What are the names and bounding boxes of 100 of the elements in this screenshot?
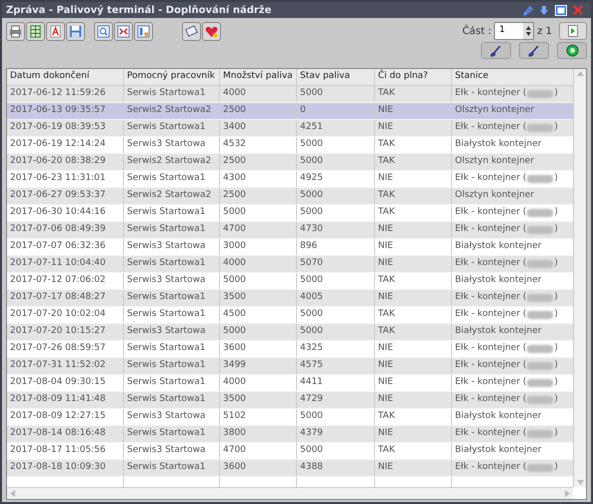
- table-row[interactable]: 2017-07-20 10:15:27 Serwis3 Startowa 5000 5000 TAK Białystok kontejner: [7, 324, 573, 341]
- cell-text: Ełk - kontejner (: [455, 308, 526, 322]
- table-row[interactable]: 2017-08-09 11:41:48 Serwis Startowa1 3500 4729 NIE Ełk - kontejner ( ): [7, 392, 573, 409]
- table-cell: 3600: [220, 341, 297, 357]
- brush-icon: [490, 44, 502, 56]
- part-label: Část :: [462, 24, 492, 38]
- table-cell: NIE: [375, 426, 452, 442]
- table-cell: 4379: [297, 426, 375, 442]
- table-row[interactable]: 2017-07-26 08:59:57 Serwis Startowa1 3600 4325 NIE Ełk - kontejner ( ): [7, 341, 573, 358]
- magnifier-icon: [96, 24, 111, 39]
- close-icon[interactable]: [573, 5, 583, 15]
- table-row[interactable]: 2017-06-27 09:53:37 Serwis2 Startowa2 2500 5000 TAK Olsztyn kontejner: [7, 188, 573, 205]
- table-row[interactable]: 2017-06-20 08:38:29 Serwis2 Startowa2 2500 5000 TAK Olsztyn kontejner: [7, 154, 573, 171]
- cell-text: Ełk - kontejner (: [455, 223, 526, 236]
- edit-button[interactable]: [519, 42, 549, 59]
- table-cell: Serwis Startowa1: [124, 375, 220, 391]
- table-cell: 2017-08-04 09:30:15: [7, 375, 124, 391]
- column-header[interactable]: Stanice: [452, 69, 573, 85]
- cell-text: ): [554, 206, 558, 220]
- table-cell: 5000: [297, 324, 375, 340]
- table-cell: 2017-07-17 08:48:27: [7, 290, 124, 306]
- toolbar-button[interactable]: [66, 22, 85, 41]
- column-header[interactable]: Pomocný pracovník: [124, 69, 220, 85]
- table-row[interactable]: 2017-07-07 06:32:36 Serwis3 Startowa 3000 896 NIE Białystok kontejner: [7, 239, 573, 256]
- printer-icon: [8, 24, 23, 39]
- table-cell: Serwis Startowa1: [124, 460, 220, 476]
- table-cell: 5000: [297, 307, 375, 323]
- toolbar-button[interactable]: [182, 22, 201, 41]
- cell-text: Ełk - kontejner (: [455, 87, 526, 100]
- cell-text: Ełk - kontejner (: [455, 461, 526, 474]
- table-cell: Serwis3 Startowa: [124, 324, 220, 340]
- page-layout-icon: [136, 24, 151, 39]
- table-row[interactable]: 2017-06-19 12:14:24 Serwis3 Startowa 4532 5000 TAK Białystok kontejner: [7, 137, 573, 154]
- spreadsheet-icon: [28, 24, 43, 39]
- down-arrow-icon[interactable]: [539, 4, 549, 16]
- column-header[interactable]: Datum dokončení: [7, 69, 124, 85]
- table-row[interactable]: 2017-06-19 08:39:53 Serwis Startowa1 3400 4251 NIE Ełk - kontejner ( ): [7, 120, 573, 137]
- table-row[interactable]: 2017-08-18 10:09:30 Serwis Startowa1 3600 4388 NIE Ełk - kontejner ( ): [7, 460, 573, 477]
- table-cell: 4700: [220, 443, 297, 459]
- cell-text: ): [554, 87, 558, 100]
- table-cell: 4500: [220, 307, 297, 323]
- toolbar-button[interactable]: [46, 22, 65, 41]
- go-button[interactable]: [559, 22, 587, 40]
- table-row[interactable]: 2017-06-30 10:44:16 Serwis Startowa1 5000 5000 TAK Ełk - kontejner ( ): [7, 205, 573, 222]
- toolbar-button[interactable]: [114, 22, 133, 41]
- table-cell: TAK: [375, 409, 452, 425]
- edit-button[interactable]: [481, 42, 511, 59]
- table-cell: Serwis Startowa1: [124, 358, 220, 374]
- table-cell: Serwis2 Startowa2: [124, 188, 220, 204]
- column-header[interactable]: Množství paliva: [220, 69, 297, 85]
- window-title: Zpráva - Palivový terminál - Doplňování nádrže: [6, 4, 272, 18]
- table-row[interactable]: 2017-08-04 09:30:15 Serwis Startowa1 4000 4411 NIE Ełk - kontejner ( ): [7, 375, 573, 392]
- table-cell: 5102: [220, 409, 297, 425]
- table-cell: 5000: [220, 324, 297, 340]
- table-cell: 5000: [220, 273, 297, 289]
- table-row[interactable]: 2017-07-12 07:06:02 Serwis3 Startowa 5000 5000 TAK Białystok kontejner: [7, 273, 573, 290]
- page-spinner[interactable]: 1: [494, 22, 534, 40]
- cell-text: ): [554, 461, 558, 474]
- toolbar-button[interactable]: [134, 22, 153, 41]
- table-cell: 0: [297, 103, 375, 119]
- maximize-icon[interactable]: [555, 4, 567, 16]
- table-row[interactable]: 2017-06-12 11:59:26 Serwis Startowa1 4000 5000 TAK Ełk - kontejner ( ): [7, 86, 573, 103]
- table-cell-text: Białystok kontejner: [454, 325, 542, 338]
- toolbar-button[interactable]: [6, 22, 25, 41]
- table-cell: NIE: [375, 358, 452, 374]
- toolbar-button[interactable]: [202, 22, 221, 41]
- table-cell: NIE: [375, 375, 452, 391]
- column-header[interactable]: Stav paliva: [297, 69, 375, 85]
- cell-text: Ełk - kontejner (: [455, 359, 526, 372]
- table-row[interactable]: 2017-06-13 09:35:57 Serwis2 Startowa2 2500 0 NIE Olsztyn kontejner: [7, 103, 573, 120]
- table-row[interactable]: 2017-08-17 11:05:56 Serwis3 Startowa 4700 5000 TAK Białystok kontejner: [7, 443, 573, 460]
- play-icon: [568, 25, 578, 37]
- fit-width-icon: [116, 24, 131, 39]
- table-row[interactable]: 2017-07-11 10:04:40 Serwis Startowa1 4000 5070 NIE Ełk - kontejner ( ): [7, 256, 573, 273]
- toolbar-button[interactable]: [26, 22, 45, 41]
- table-row[interactable]: 2017-08-09 12:27:15 Serwis3 Startowa 5102 5000 TAK Białystok kontejner: [7, 409, 573, 426]
- toolbar-button[interactable]: [94, 22, 113, 41]
- table-cell: 4700: [220, 222, 297, 238]
- table-cell: 4575: [297, 358, 375, 374]
- table-row[interactable]: 2017-06-23 11:31:01 Serwis Startowa1 4300 4925 NIE Ełk - kontejner ( ): [7, 171, 573, 188]
- table-cell: NIE: [375, 341, 452, 357]
- table-cell: 2500: [220, 103, 297, 119]
- table-cell: NIE: [375, 256, 452, 272]
- table-row[interactable]: 2017-08-14 08:16:48 Serwis Startowa1 3800 4379 NIE Ełk - kontejner ( ): [7, 426, 573, 443]
- table-cell-text: Białystok kontejner: [454, 444, 542, 458]
- table-row[interactable]: 2017-07-17 08:48:27 Serwis Startowa1 3500 4005 NIE Ełk - kontejner ( ): [7, 290, 573, 307]
- table-cell: Serwis Startowa1: [124, 341, 220, 357]
- cell-text: ): [554, 223, 558, 236]
- table-cell: Serwis Startowa1: [124, 205, 220, 221]
- table-cell: Serwis Startowa1: [124, 120, 220, 136]
- table-cell: Serwis2 Startowa2: [124, 103, 220, 119]
- table-row[interactable]: 2017-07-31 11:52:02 Serwis Startowa1 3499 4575 NIE Ełk - kontejner ( ): [7, 358, 573, 375]
- pencil-icon[interactable]: [522, 4, 533, 16]
- table-cell: 4000: [220, 375, 297, 391]
- table-cell: 2017-06-19 08:39:53: [7, 120, 124, 136]
- table-row[interactable]: 2017-07-20 10:02:04 Serwis Startowa1 4500 5000 TAK Ełk - kontejner ( ): [7, 307, 573, 324]
- refresh-button[interactable]: [557, 42, 587, 59]
- column-header[interactable]: Či do plna?: [375, 69, 452, 85]
- table-row[interactable]: 2017-07-06 08:49:39 Serwis Startowa1 4700 4730 NIE Ełk - kontejner ( ): [7, 222, 573, 239]
- cell-text: Ełk - kontejner (: [455, 121, 526, 134]
